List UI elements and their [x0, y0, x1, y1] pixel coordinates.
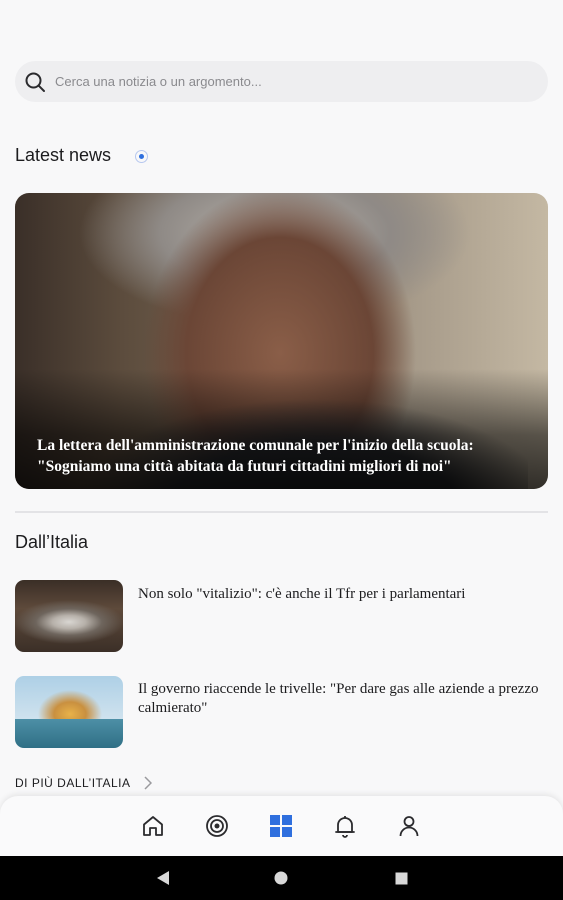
article-title: Il governo riaccende le trivelle: "Per d…	[138, 681, 539, 716]
user-icon	[399, 816, 419, 837]
article-title: Non solo "vitalizio": c'è anche il Tfr p…	[138, 586, 466, 602]
tab-topics[interactable]	[204, 813, 230, 839]
tab-home[interactable]	[140, 813, 166, 839]
back-icon[interactable]	[156, 870, 170, 886]
tab-profile[interactable]	[396, 813, 422, 839]
chevron-right-icon	[144, 776, 153, 790]
more-from-italy-label: DI PIÙ DALL’ITALIA	[15, 776, 131, 790]
article-thumbnail	[15, 676, 123, 748]
target-icon	[206, 815, 228, 837]
search-input[interactable]: Cerca una notizia o un argomento...	[55, 74, 262, 89]
grid-icon	[270, 815, 292, 837]
section-divider	[15, 511, 548, 513]
home-icon	[143, 816, 163, 836]
bottom-tab-bar	[0, 796, 563, 856]
list-item[interactable]: Il governo riaccende le trivelle: "Per d…	[15, 676, 548, 748]
list-item[interactable]: Non solo "vitalizio": c'è anche il Tfr p…	[15, 580, 548, 652]
live-indicator-icon	[135, 150, 148, 163]
italy-section-heading: Dall’Italia	[15, 532, 89, 552]
hero-article-title: La lettera dell'amministrazione comunale…	[37, 437, 474, 475]
search-icon	[25, 72, 45, 92]
more-from-italy-link[interactable]: DI PIÙ DALL’ITALIA	[15, 776, 153, 790]
recents-icon[interactable]	[395, 872, 408, 885]
latest-news-heading: Latest news	[15, 145, 112, 165]
article-thumbnail	[15, 580, 123, 652]
search-bar[interactable]: Cerca una notizia o un argomento...	[15, 61, 548, 102]
tab-notifications[interactable]	[332, 813, 358, 839]
home-circle-icon[interactable]	[274, 871, 288, 885]
bell-icon	[335, 816, 355, 838]
hero-article-card[interactable]: La lettera dell'amministrazione comunale…	[15, 193, 548, 489]
system-navigation-bar	[0, 856, 563, 900]
tab-sections[interactable]	[268, 813, 294, 839]
